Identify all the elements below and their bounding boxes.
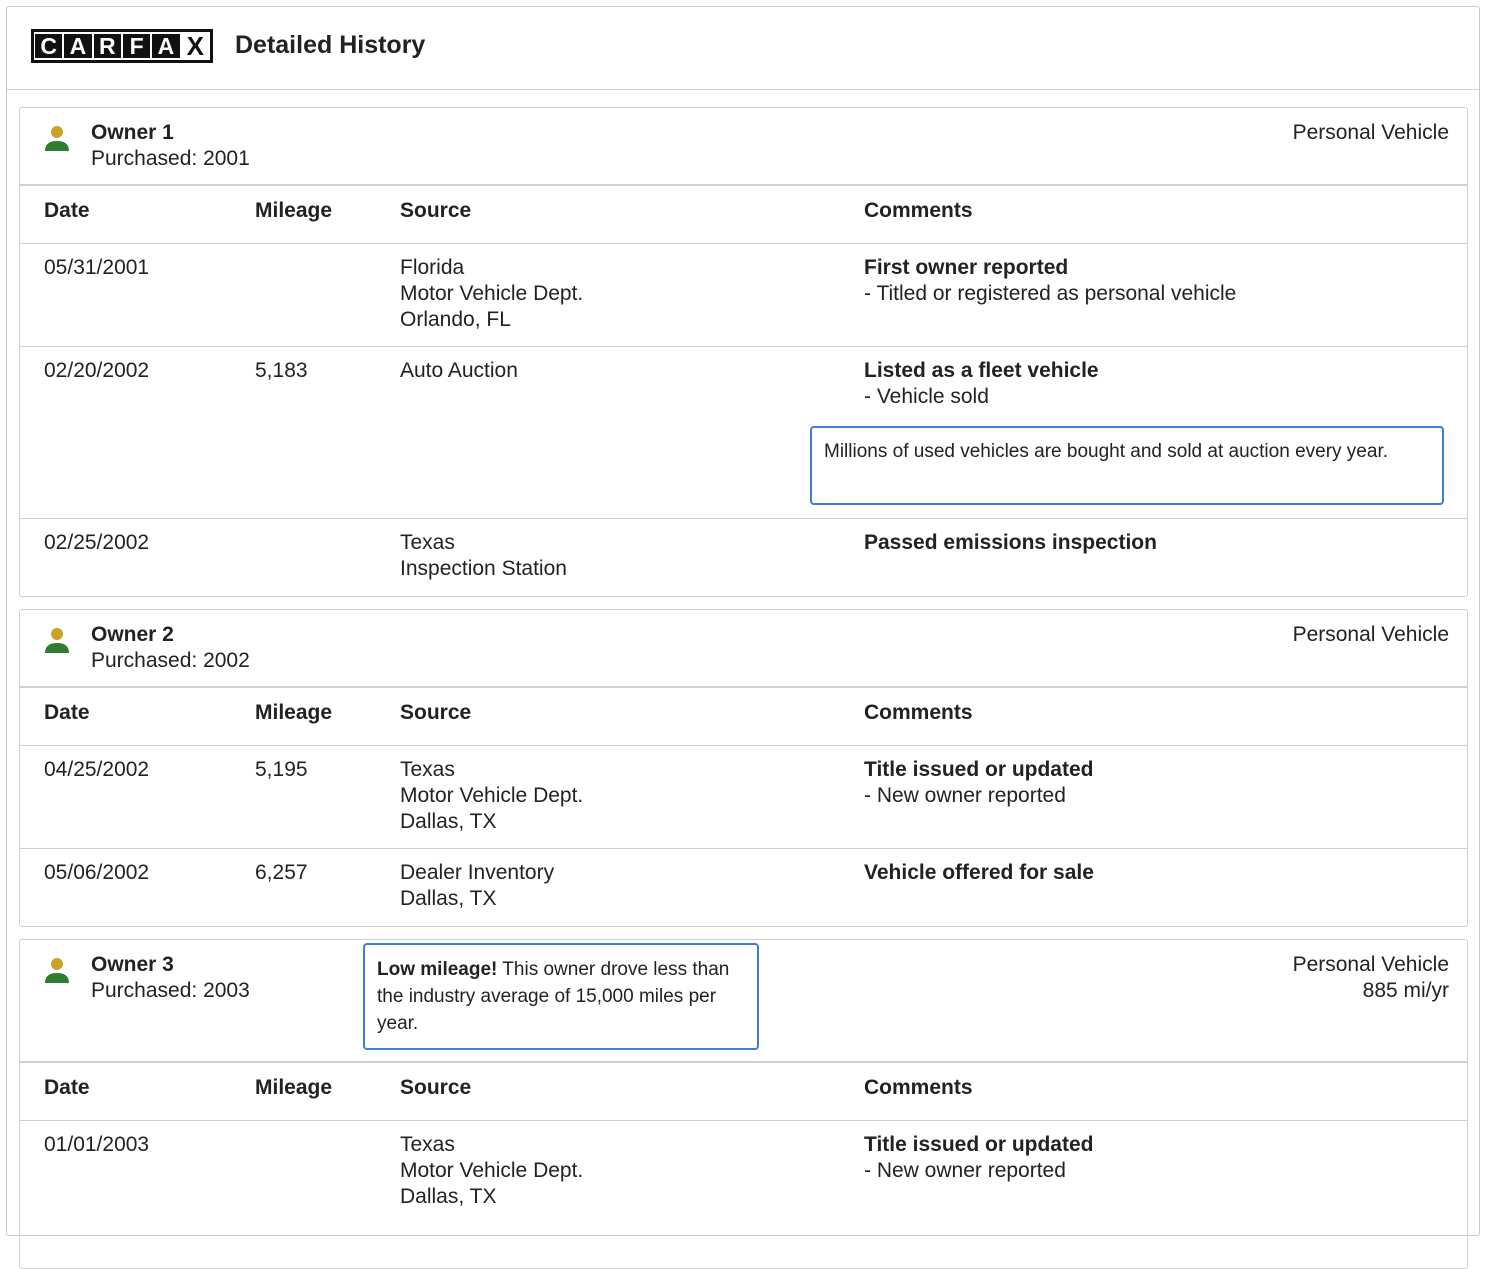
row-source: Texas Motor Vehicle Dept. Dallas, TX [400, 1132, 583, 1210]
logo-letter: X [181, 33, 209, 59]
row-date: 05/06/2002 [44, 861, 150, 884]
row-comments: Title issued or updated - New owner repo… [864, 757, 1093, 809]
row-mileage: 6,257 [255, 861, 308, 884]
owner-header: Owner 1 Purchased: 2001 Personal Vehicle [20, 108, 1467, 186]
source-line: Dallas, TX [400, 1185, 497, 1208]
person-icon [45, 126, 69, 151]
row-comments: First owner reported - Titled or registe… [864, 255, 1236, 307]
column-mileage: Mileage [255, 199, 333, 222]
logo-letter: A [64, 33, 92, 59]
report-header: C A R F A X Detailed History [7, 7, 1479, 90]
column-date: Date [44, 701, 90, 724]
column-comments: Comments [864, 199, 973, 222]
source-line: Motor Vehicle Dept. [400, 282, 584, 305]
source-line: Florida [400, 256, 465, 279]
owner-title: Owner 2 [91, 623, 174, 646]
source-line: Dallas, TX [400, 887, 497, 910]
owner-section-1: Owner 1 Purchased: 2001 Personal Vehicle… [19, 107, 1468, 597]
history-panel: C A R F A X Detailed History Owner 1 Pur… [6, 6, 1480, 1269]
source-line: Auto Auction [400, 359, 518, 382]
table-header: Date Mileage Source Comments [20, 1063, 1467, 1121]
owner-purchased: Purchased: 2002 [91, 649, 250, 672]
column-source: Source [400, 701, 472, 724]
source-line: Texas [400, 1133, 455, 1156]
table-header: Date Mileage Source Comments [20, 688, 1467, 746]
source-line: Dealer Inventory [400, 861, 555, 884]
column-source: Source [400, 1076, 472, 1099]
column-date: Date [44, 199, 90, 222]
row-mileage: 5,195 [255, 758, 308, 781]
owner-purchased: Purchased: 2001 [91, 147, 250, 170]
column-mileage: Mileage [255, 701, 333, 724]
row-source: Texas Inspection Station [400, 530, 567, 582]
comment-detail: - New owner reported [864, 1159, 1066, 1182]
row-comments: Title issued or updated - New owner repo… [864, 1132, 1093, 1184]
row-date: 01/01/2003 [44, 1133, 150, 1156]
row-date: 02/25/2002 [44, 531, 150, 554]
owner-vehicle-type: Personal Vehicle [1292, 953, 1449, 976]
source-line: Motor Vehicle Dept. [400, 1159, 584, 1182]
source-line: Inspection Station [400, 557, 567, 580]
owner-mileage-rate: 885 mi/yr [1362, 979, 1449, 1002]
person-icon [45, 958, 69, 983]
owner-section-3: Owner 3 Purchased: 2003 Personal Vehicle… [19, 939, 1468, 1269]
column-comments: Comments [864, 701, 973, 724]
row-date: 05/31/2001 [44, 256, 150, 279]
row-source: Florida Motor Vehicle Dept. Orlando, FL [400, 255, 583, 333]
row-source: Dealer Inventory Dallas, TX [400, 860, 554, 912]
table-row: 04/25/2002 5,195 Texas Motor Vehicle Dep… [20, 746, 1467, 849]
source-line: Texas [400, 531, 455, 554]
row-date: 02/20/2002 [44, 359, 150, 382]
carfax-logo: C A R F A X [31, 29, 213, 63]
low-mileage-callout: Low mileage! This owner drove less than … [363, 943, 759, 1050]
comment-title: Title issued or updated [864, 1133, 1094, 1156]
table-row: 01/01/2003 Texas Motor Vehicle Dept. Dal… [20, 1121, 1467, 1223]
row-source: Auto Auction [400, 358, 518, 384]
owner-purchased: Purchased: 2003 [91, 979, 250, 1002]
owner-section-2: Owner 2 Purchased: 2002 Personal Vehicle… [19, 609, 1468, 927]
table-row: 02/25/2002 Texas Inspection Station Pass… [20, 519, 1467, 596]
owner-header: Owner 2 Purchased: 2002 Personal Vehicle [20, 610, 1467, 688]
table-row: 02/20/2002 5,183 Auto Auction Listed as … [20, 347, 1467, 519]
row-comments: Listed as a fleet vehicle - Vehicle sold [864, 358, 1099, 410]
row-comments: Passed emissions inspection [864, 530, 1157, 556]
row-date: 04/25/2002 [44, 758, 150, 781]
auction-info-callout: Millions of used vehicles are bought and… [810, 426, 1444, 505]
row-comments: Vehicle offered for sale [864, 860, 1094, 886]
owner-title: Owner 1 [91, 121, 174, 144]
comment-detail: - Vehicle sold [864, 385, 989, 408]
table-row: 05/31/2001 Florida Motor Vehicle Dept. O… [20, 244, 1467, 347]
owner-header: Owner 3 Purchased: 2003 Personal Vehicle… [20, 940, 1467, 1063]
comment-title: Passed emissions inspection [864, 531, 1157, 554]
source-line: Dallas, TX [400, 810, 497, 833]
column-comments: Comments [864, 1076, 973, 1099]
source-line: Texas [400, 758, 455, 781]
logo-letter: C [35, 33, 63, 59]
comment-detail: - Titled or registered as personal vehic… [864, 282, 1237, 305]
owner-title: Owner 3 [91, 953, 174, 976]
owner-vehicle-type: Personal Vehicle [1292, 121, 1449, 144]
column-date: Date [44, 1076, 90, 1099]
column-source: Source [400, 199, 472, 222]
source-line: Motor Vehicle Dept. [400, 784, 584, 807]
logo-letter: R [93, 33, 121, 59]
logo-letter: A [152, 33, 180, 59]
table-row: 05/06/2002 6,257 Dealer Inventory Dallas… [20, 849, 1467, 926]
row-source: Texas Motor Vehicle Dept. Dallas, TX [400, 757, 583, 835]
callout-emphasis: Low mileage! [377, 959, 498, 980]
column-mileage: Mileage [255, 1076, 333, 1099]
person-icon [45, 628, 69, 653]
owner-vehicle-type: Personal Vehicle [1292, 623, 1449, 646]
comment-title: Listed as a fleet vehicle [864, 359, 1099, 382]
source-line: Orlando, FL [400, 308, 511, 331]
row-mileage: 5,183 [255, 359, 308, 382]
logo-letter: F [122, 33, 151, 59]
comment-title: Vehicle offered for sale [864, 861, 1094, 884]
comment-title: First owner reported [864, 256, 1069, 279]
page-title: Detailed History [235, 31, 426, 59]
comment-title: Title issued or updated [864, 758, 1094, 781]
comment-detail: - New owner reported [864, 784, 1066, 807]
table-header: Date Mileage Source Comments [20, 186, 1467, 244]
